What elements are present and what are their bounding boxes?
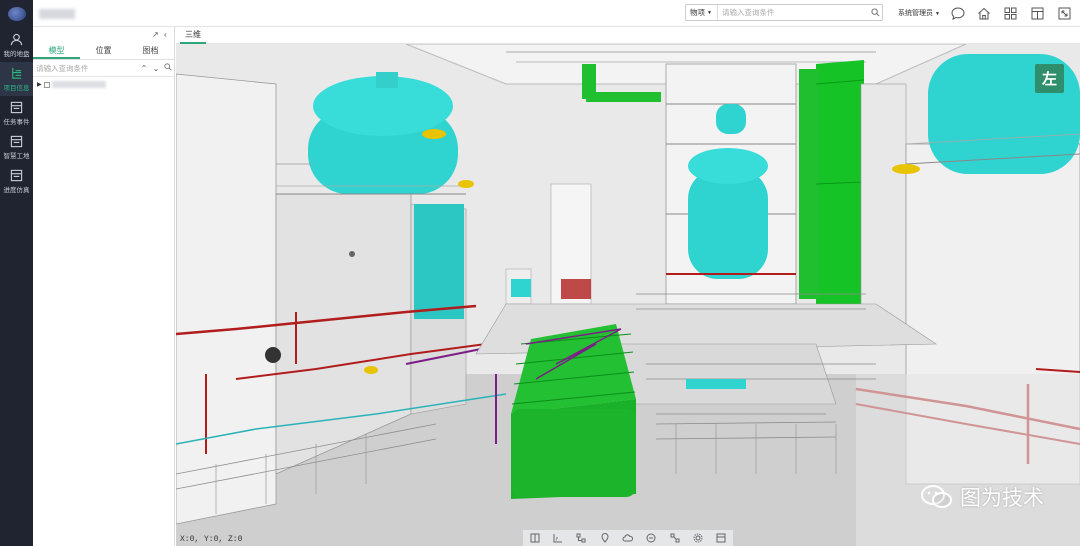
chevron-up-icon[interactable]: ⌃ (138, 64, 150, 73)
nav-label: 我的地盘 (3, 50, 30, 58)
plant-3d-model (176, 44, 1080, 546)
tab-drawings[interactable]: 图档 (127, 43, 174, 59)
section-icon[interactable] (529, 532, 541, 544)
properties-icon[interactable] (715, 532, 727, 544)
nav-label: 项目信息 (3, 84, 30, 92)
tree-view-icon[interactable] (575, 532, 587, 544)
tree-expand-icon[interactable]: ▶ (37, 81, 42, 88)
3d-viewport[interactable]: 左 X:0, Y:0, Z:0 图为技术 (176, 44, 1080, 546)
tab-3d[interactable]: 三维 (180, 27, 206, 44)
search-type-select[interactable]: 物项 ▼ (686, 5, 718, 20)
tree-node-label-redacted (51, 81, 106, 88)
structure-icon (12, 67, 22, 79)
wechat-icon (921, 485, 952, 508)
model-panel: ↗ ‹ 模型 位置 图档 请输入查询条件 ⌃ ⌄ ▶ (33, 27, 175, 546)
nav-label: 智慧工地 (3, 152, 30, 160)
walk-icon[interactable] (645, 532, 657, 544)
fullscreen-icon[interactable] (1057, 6, 1072, 21)
app-logo[interactable] (0, 0, 33, 28)
tree-checkbox[interactable] (43, 81, 50, 88)
schedule-icon (10, 169, 23, 181)
search-icon[interactable] (162, 63, 174, 73)
settings-icon[interactable] (692, 532, 704, 544)
home-icon[interactable] (976, 6, 991, 21)
panel-tabs: 模型 位置 图档 (33, 43, 174, 60)
nav-item-smart-site[interactable]: 智慧工地 (0, 130, 33, 164)
nav-item-schedule[interactable]: 进度仿真 (0, 164, 33, 198)
layout-icon[interactable] (1030, 6, 1045, 21)
user-menu[interactable]: 系统管理员 ▼ (898, 8, 940, 18)
message-icon[interactable] (950, 6, 965, 21)
tab-model[interactable]: 模型 (33, 43, 80, 59)
user-name: 系统管理员 (898, 10, 933, 17)
top-bar: 物项 ▼ 请输入查询条件 系统管理员 ▼ (33, 0, 1080, 27)
caret-down-icon: ▼ (707, 9, 712, 16)
view-cube-left[interactable]: 左 (1035, 64, 1064, 93)
task-icon (10, 101, 23, 113)
model-tree-root[interactable]: ▶ (33, 77, 174, 92)
cloud-icon[interactable] (622, 532, 634, 544)
watermark: 图为技术 (920, 482, 1044, 512)
search-icon[interactable] (868, 8, 882, 17)
panel-search: 请输入查询条件 ⌃ ⌄ (33, 60, 174, 77)
left-nav: 我的地盘 项目信息 任务事件 智慧工地 进度仿真 (0, 0, 33, 546)
nav-item-tasks[interactable]: 任务事件 (0, 96, 33, 130)
site-icon (10, 135, 23, 147)
measure-icon[interactable] (552, 532, 564, 544)
nav-item-project-info[interactable]: 项目信息 (0, 62, 33, 96)
location-pin-icon[interactable] (599, 532, 611, 544)
nav-label: 进度仿真 (3, 186, 30, 194)
nav-item-my-site[interactable]: 我的地盘 (0, 28, 33, 62)
viewport-toolbar (523, 530, 733, 546)
tab-location[interactable]: 位置 (80, 43, 127, 59)
global-search: 物项 ▼ 请输入查询条件 (685, 4, 883, 21)
grid-icon[interactable] (1003, 6, 1018, 21)
coordinates-readout: X:0, Y:0, Z:0 (180, 535, 243, 544)
search-input[interactable]: 请输入查询条件 (718, 7, 868, 18)
watermark-text: 图为技术 (960, 487, 1044, 510)
caret-down-icon: ▼ (934, 11, 940, 17)
panel-search-input[interactable]: 请输入查询条件 (36, 63, 138, 74)
nav-label: 任务事件 (3, 118, 30, 126)
explode-icon[interactable] (669, 532, 681, 544)
viewport-tabs: 三维 (176, 27, 1080, 44)
project-title-redacted (39, 9, 75, 19)
collapse-panel-icon[interactable]: ‹ (164, 30, 167, 39)
chevron-down-icon[interactable]: ⌄ (150, 64, 162, 73)
user-icon (10, 33, 23, 45)
search-type-label: 物项 (690, 8, 705, 17)
expand-icon[interactable]: ↗ (152, 30, 159, 39)
